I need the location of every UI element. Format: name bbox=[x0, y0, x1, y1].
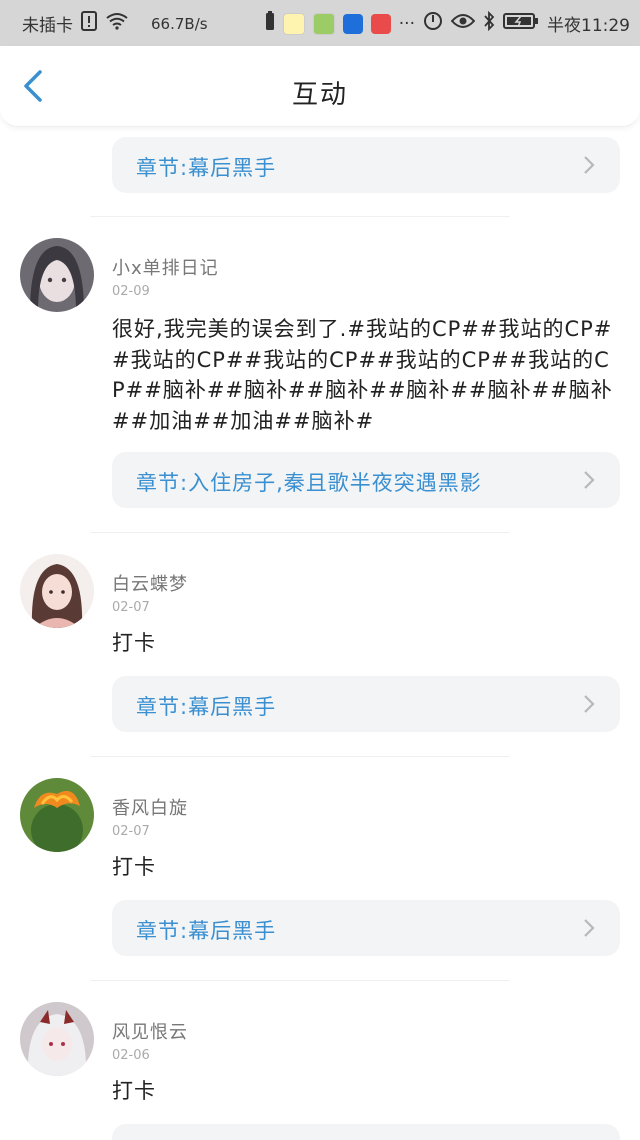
chapter-link-label: 章节:幕后黑手 bbox=[136, 919, 277, 943]
status-bar: 未插卡 66.7B/s ··· 半夜11:29 bbox=[0, 0, 640, 46]
do-not-disturb-icon bbox=[423, 11, 443, 36]
chevron-right-icon bbox=[584, 695, 595, 713]
chapter-link[interactable]: 章节:幕后黑手 bbox=[112, 137, 620, 193]
chapter-link[interactable]: 章节:入住房子,秦且歌半夜突遇黑影 bbox=[112, 452, 620, 508]
chapter-link[interactable]: 章节:幕后黑手 bbox=[112, 676, 620, 732]
bluetooth-icon bbox=[483, 10, 495, 36]
username: 香风白旋 bbox=[112, 798, 188, 819]
comment-date: 02-09 bbox=[112, 284, 150, 299]
comment-date: 02-07 bbox=[112, 600, 150, 615]
chevron-right-icon bbox=[584, 471, 595, 489]
app-notification-icon bbox=[312, 12, 335, 35]
chevron-right-icon bbox=[584, 156, 595, 174]
no-sim-icon bbox=[81, 11, 97, 36]
carrier-label: 未插卡 bbox=[22, 16, 73, 36]
app-notification-icon bbox=[282, 12, 305, 35]
username: 白云蝶梦 bbox=[112, 574, 188, 595]
net-speed: 66.7B/s bbox=[151, 14, 208, 33]
divider bbox=[90, 216, 510, 217]
avatar[interactable] bbox=[20, 778, 94, 852]
battery-icon bbox=[503, 12, 539, 35]
eye-comfort-icon bbox=[450, 13, 476, 34]
username: 小x单排日记 bbox=[112, 258, 219, 279]
wifi-icon bbox=[105, 12, 129, 35]
battery-saver-icon bbox=[265, 11, 275, 36]
divider bbox=[90, 532, 510, 533]
avatar[interactable] bbox=[20, 238, 94, 312]
comment-text: 打卡 bbox=[112, 855, 156, 879]
comment-text: 打卡 bbox=[112, 1079, 156, 1103]
page-title: 互动 bbox=[291, 80, 348, 110]
chapter-link[interactable]: 章节:幕后黑手 bbox=[112, 900, 620, 956]
avatar[interactable] bbox=[20, 554, 94, 628]
comment-text: 很好,我完美的误会到了.#我站的CP##我站的CP##我站的CP##我站的CP#… bbox=[112, 317, 613, 433]
chevron-right-icon bbox=[584, 919, 595, 937]
avatar[interactable] bbox=[20, 1002, 94, 1076]
chapter-link-label: 章节:入住房子,秦且歌半夜突遇黑影 bbox=[136, 471, 482, 495]
chapter-link-label: 章节:幕后黑手 bbox=[136, 156, 277, 180]
divider bbox=[90, 756, 510, 757]
divider bbox=[90, 980, 510, 981]
chapter-link-label: 章节:幕后黑手 bbox=[136, 695, 277, 719]
comment-date: 02-07 bbox=[112, 824, 150, 839]
top-nav-bar: 互动 bbox=[0, 46, 640, 127]
more-notifications-icon: ··· bbox=[398, 13, 415, 34]
app-notification-icon bbox=[370, 13, 391, 34]
comment-date: 02-06 bbox=[112, 1048, 150, 1063]
comment-text: 打卡 bbox=[112, 631, 156, 655]
username: 风见恨云 bbox=[112, 1022, 188, 1043]
clock: 半夜11:29 bbox=[547, 16, 630, 36]
app-notification-icon bbox=[342, 13, 363, 34]
